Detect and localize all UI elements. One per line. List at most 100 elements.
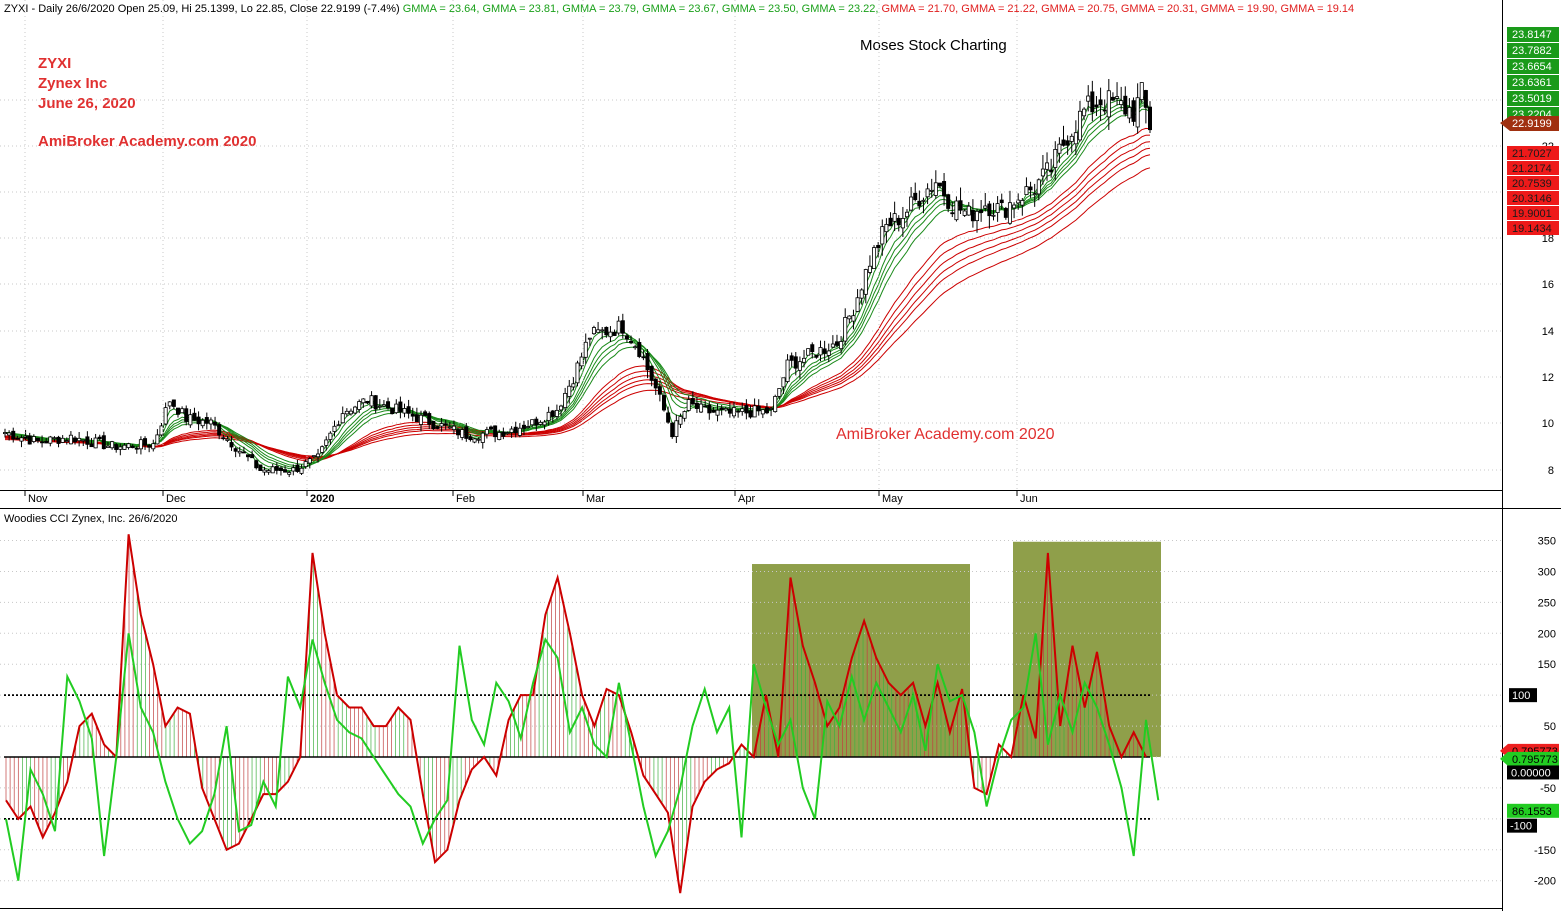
candle-body — [19, 437, 24, 442]
candle-body — [859, 289, 864, 299]
candle-body — [629, 340, 634, 344]
candle-body — [262, 469, 267, 473]
candle-body — [163, 407, 168, 425]
candle-body — [225, 438, 230, 441]
candle-body — [270, 466, 275, 474]
candle-body — [40, 441, 45, 444]
candle-body — [418, 414, 423, 425]
candle-body — [1090, 91, 1095, 113]
candle-body — [435, 426, 440, 429]
candle-body — [645, 352, 650, 371]
candle-body — [365, 401, 370, 404]
candle-body — [752, 405, 757, 418]
candle-body — [476, 438, 481, 441]
candle-body — [942, 181, 947, 197]
candle-body — [987, 203, 992, 217]
candle-body — [114, 444, 119, 450]
cci-y-tick: 150 — [1538, 659, 1556, 671]
candle-body — [797, 361, 802, 371]
candle-body — [68, 434, 73, 445]
candle-body — [612, 331, 617, 336]
candle-body — [451, 425, 456, 430]
candle-body — [900, 218, 905, 229]
candle-body — [184, 408, 189, 422]
candle-body — [686, 399, 691, 411]
candle-body — [707, 404, 712, 414]
candle-body — [427, 413, 432, 425]
candle-body — [892, 213, 897, 222]
cci-y-tick: 200 — [1538, 628, 1556, 640]
candle-body — [118, 446, 123, 450]
candle-body — [143, 438, 148, 446]
candle-body — [596, 329, 601, 333]
candle-body — [1040, 168, 1045, 177]
x-tick-label: Mar — [586, 493, 605, 505]
x-tick-label: May — [882, 493, 903, 505]
candle-body — [266, 470, 271, 473]
candle-body — [1143, 90, 1148, 108]
candle-body — [431, 421, 436, 429]
candle-body — [344, 410, 349, 415]
header-line: ZYXI - Daily 26/6/2020 Open 25.09, Hi 25… — [4, 3, 1354, 15]
candle-body — [620, 320, 625, 334]
candle-body — [777, 388, 782, 397]
candle-body — [501, 431, 506, 437]
candle-body — [52, 437, 57, 440]
x-tick-label: Feb — [456, 493, 475, 505]
candle-body — [760, 409, 765, 415]
candle-body — [995, 203, 1000, 214]
candle-body — [966, 205, 971, 216]
candle-body — [7, 432, 12, 436]
gmma-value: GMMA = 23.67, — [639, 3, 719, 15]
candle-body — [497, 432, 502, 440]
candle-body — [839, 341, 844, 350]
candle-body — [1012, 204, 1017, 209]
candle-body — [769, 408, 774, 410]
candle-body — [600, 329, 605, 332]
candle-body — [913, 192, 918, 201]
candle-body — [521, 424, 526, 429]
candle-body — [1094, 104, 1099, 108]
candle-body — [834, 341, 839, 346]
candle-body — [505, 432, 510, 434]
candle-body — [690, 398, 695, 405]
candle-body — [616, 320, 621, 334]
candle-body — [546, 411, 551, 421]
candle-body — [744, 405, 749, 414]
gmma-value: GMMA = 23.50, — [719, 3, 799, 15]
candle-body — [361, 398, 366, 404]
candle-body — [727, 408, 732, 414]
candle-body — [291, 467, 296, 472]
candle-body — [1127, 107, 1132, 119]
cci-y-tick: -150 — [1534, 845, 1556, 857]
candle-body — [468, 436, 473, 441]
candle-body — [810, 344, 815, 353]
candle-body — [637, 342, 642, 357]
candle-body — [826, 350, 831, 356]
gmma-long-label: 19.1434 — [1512, 223, 1552, 235]
candle-body — [1077, 110, 1082, 141]
x-tick-label: Dec — [166, 493, 186, 505]
candle-body — [60, 437, 65, 443]
candle-body — [1110, 96, 1115, 101]
candle-body — [1115, 96, 1120, 99]
candle-body — [11, 430, 16, 440]
candle-body — [134, 447, 139, 450]
candle-body — [73, 437, 78, 443]
gmma-value: GMMA = 23.22, — [799, 3, 879, 15]
x-tick-label: Nov — [28, 493, 48, 505]
candle-body — [933, 182, 938, 196]
candle-body — [456, 429, 461, 436]
candle-body — [192, 412, 197, 421]
cci-100-label: 100 — [1512, 690, 1530, 702]
candle-body — [587, 337, 592, 340]
candle-body — [999, 199, 1004, 204]
candle-body — [678, 416, 683, 425]
candle-body — [1069, 135, 1074, 142]
candle-body — [493, 425, 498, 438]
candle-body — [1106, 90, 1111, 118]
candle-body — [377, 405, 382, 408]
candle-body — [641, 356, 646, 359]
candle-body — [48, 436, 53, 444]
candle-body — [357, 401, 362, 410]
